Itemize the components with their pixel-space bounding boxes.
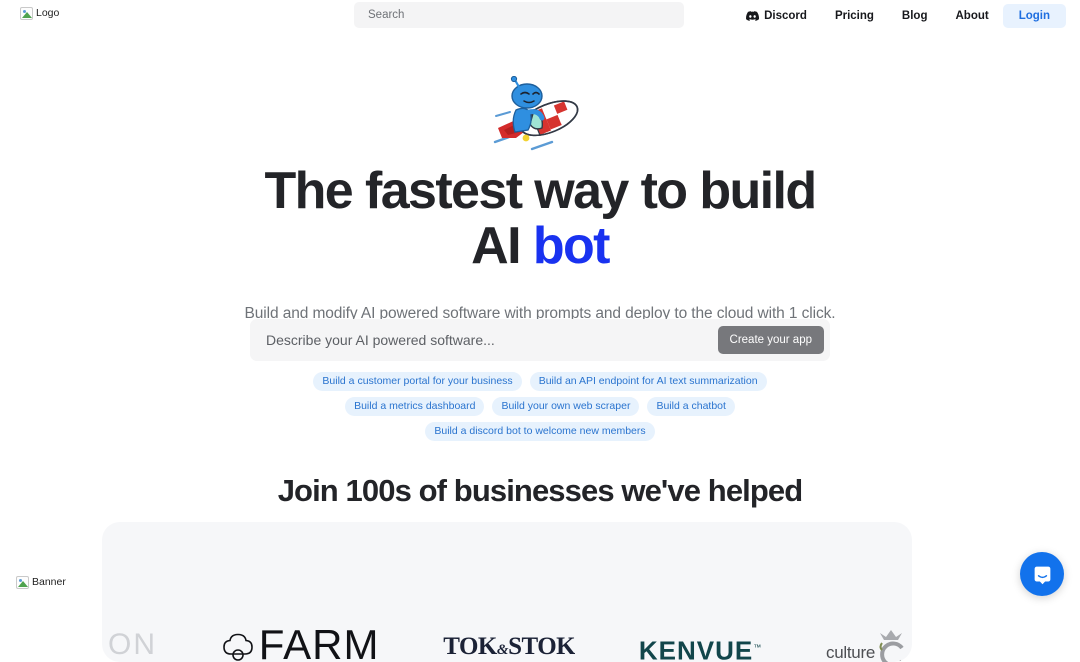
brand-logo-farm-text: FARM: [259, 628, 380, 662]
hero-headline: The fastest way to build AI bot: [0, 164, 1080, 273]
culture-crown-icon: [876, 628, 906, 662]
suggestion-chip[interactable]: Build a metrics dashboard: [345, 397, 484, 416]
nav-item-label-pricing: Pricing: [835, 10, 874, 22]
site-header: Logo Discord Pricing Blog About Login: [0, 0, 1080, 32]
suggestion-chip[interactable]: Build a customer portal for your busines…: [313, 372, 521, 391]
broken-image-icon: [20, 7, 33, 20]
brand-logos-card: ON FARM TOK&STOK KENVUE™ culture: [102, 522, 912, 662]
create-your-app-button[interactable]: Create your app: [718, 326, 824, 354]
brand-tok-b: STOK: [508, 633, 575, 660]
nav-item-label-about: About: [955, 10, 988, 22]
main-nav: Discord Pricing Blog About Login: [732, 0, 1066, 32]
brand-logo-kenvue: KENVUE™: [639, 624, 762, 662]
hero-headline-line-2: AI bot: [0, 219, 1080, 274]
search-input[interactable]: [354, 2, 684, 28]
suggestion-chip[interactable]: Build a discord bot to welcome new membe…: [425, 422, 654, 441]
suggestion-chip[interactable]: Build a chatbot: [647, 397, 734, 416]
brand-kenvue-tm: ™: [753, 643, 762, 652]
hero-headline-prefix: AI: [471, 217, 520, 275]
hero-headline-accent: bot: [533, 217, 609, 275]
brand-logo-culture-text: culture: [826, 644, 875, 662]
suggestion-chip[interactable]: Build your own web scraper: [492, 397, 639, 416]
nav-item-discord[interactable]: Discord: [732, 4, 821, 28]
broken-image-icon: [16, 576, 29, 589]
nav-item-about[interactable]: About: [941, 4, 1002, 28]
brand-logo-culture: culture: [826, 624, 906, 662]
nav-item-blog[interactable]: Blog: [888, 4, 942, 28]
nav-item-pricing[interactable]: Pricing: [821, 4, 888, 28]
login-button[interactable]: Login: [1003, 4, 1066, 28]
discord-icon: [746, 11, 759, 21]
site-logo-alt-text: Logo: [36, 7, 59, 20]
brand-tok-amp: &: [497, 642, 508, 658]
suggestion-chips: Build a customer portal for your busines…: [0, 372, 1080, 441]
hero-headline-line-1: The fastest way to build: [0, 164, 1080, 219]
suggestion-chip[interactable]: Build an API endpoint for AI text summar…: [530, 372, 767, 391]
brand-logo-farm: FARM: [221, 624, 380, 662]
login-button-label: Login: [1019, 10, 1050, 22]
banner-alt-text: Banner: [32, 576, 66, 589]
chat-bubble-icon: [1032, 564, 1053, 585]
nav-item-label-blog: Blog: [902, 10, 928, 22]
chat-widget-button[interactable]: [1020, 552, 1064, 596]
prompt-bar: Create your app: [250, 319, 830, 361]
robot-on-rocket-illustration: [490, 76, 590, 156]
site-logo[interactable]: Logo: [20, 7, 59, 20]
social-proof-title: Join 100s of businesses we've helped: [0, 473, 1080, 509]
brand-logo-on-text: ON: [108, 628, 157, 662]
brand-kenvue-word: KENVUE: [639, 636, 753, 662]
brand-logo-tok-e-stok-text: TOK&STOK: [443, 635, 575, 662]
banner-image[interactable]: Banner: [16, 576, 66, 589]
hero-section: The fastest way to build AI bot Build an…: [0, 32, 1080, 323]
farm-cloud-icon: [221, 628, 255, 662]
brand-logo-kenvue-text: KENVUE™: [639, 637, 762, 662]
brand-tok-a: TOK: [443, 633, 497, 660]
brand-logo-on: ON: [108, 624, 157, 662]
brand-logo-tok-e-stok: TOK&STOK: [443, 624, 575, 662]
nav-item-label-discord: Discord: [764, 10, 807, 22]
prompt-input[interactable]: [250, 332, 718, 348]
brand-logos-strip: ON FARM TOK&STOK KENVUE™ culture: [102, 624, 912, 662]
